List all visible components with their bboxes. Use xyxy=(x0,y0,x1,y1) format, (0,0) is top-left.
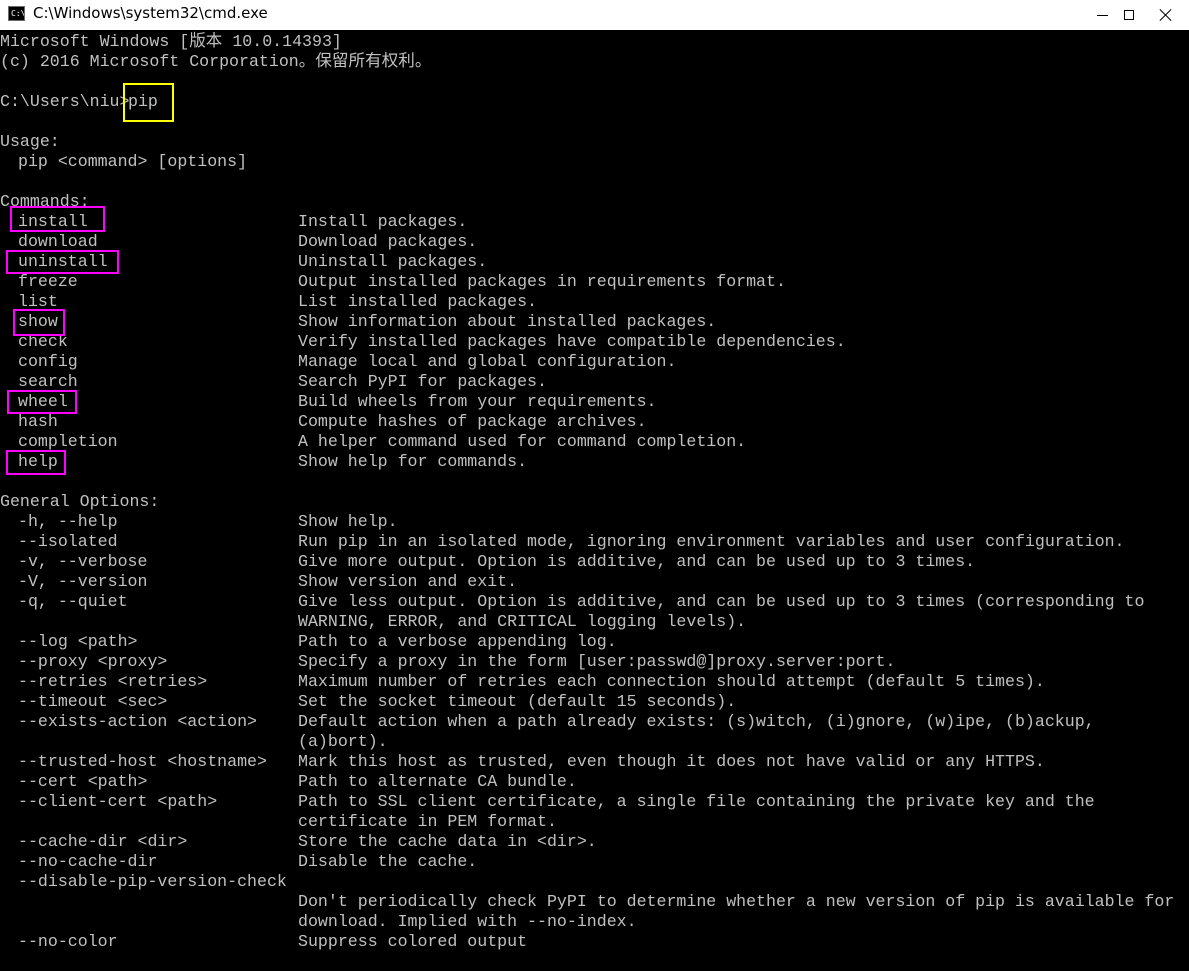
row-name: --proxy <proxy> xyxy=(18,652,168,671)
row-name: --disable-pip-version-check xyxy=(18,872,287,891)
row-description: Show help for commands. xyxy=(298,452,528,471)
console-line: (c) 2016 Microsoft Corporation。保留所有权利。 xyxy=(0,52,432,72)
row-description: Maximum number of retries each connectio… xyxy=(298,672,1045,691)
close-icon xyxy=(1159,8,1173,22)
row-name: --isolated xyxy=(18,532,118,551)
row-description: download. Implied with --no-index. xyxy=(298,912,637,931)
row-description: Default action when a path already exist… xyxy=(298,712,1095,731)
row-description: Give more output. Option is additive, an… xyxy=(298,552,976,571)
row-description: Path to alternate CA bundle. xyxy=(298,772,577,791)
cmd-app-icon[interactable]: C:\ xyxy=(8,6,25,21)
row-name: --retries <retries> xyxy=(18,672,208,691)
usage-title: Usage: xyxy=(0,132,60,151)
row-description: (a)bort). xyxy=(298,732,388,751)
general-options-title: General Options: xyxy=(0,492,160,511)
close-button[interactable] xyxy=(1143,0,1189,30)
title-bar[interactable]: C:\ C:\Windows\system32\cmd.exe xyxy=(0,0,1189,30)
row-name: help xyxy=(18,452,58,471)
row-description: Output installed packages in requirement… xyxy=(298,272,786,291)
row-description: Mark this host as trusted, even though i… xyxy=(298,752,1045,771)
row-name: --no-cache-dir xyxy=(18,852,158,871)
row-name: --client-cert <path> xyxy=(18,792,218,811)
row-name: --log <path> xyxy=(18,632,138,651)
os-version-text: Microsoft Windows [版本 10.0.14393] xyxy=(0,32,342,51)
console-line: Commands: xyxy=(0,192,90,212)
row-description: Search PyPI for packages. xyxy=(298,372,547,391)
row-name: freeze xyxy=(18,272,78,291)
window-title: C:\Windows\system32\cmd.exe xyxy=(33,4,268,22)
row-description: Install packages. xyxy=(298,212,468,231)
console-line: General Options: xyxy=(0,492,159,512)
prompt-command: pip xyxy=(128,92,158,111)
row-name: show xyxy=(18,312,58,331)
row-description: Compute hashes of package archives. xyxy=(298,412,647,431)
row-description: certificate in PEM format. xyxy=(298,812,557,831)
row-name: search xyxy=(18,372,78,391)
row-description: Give less output. Option is additive, an… xyxy=(298,592,1145,611)
row-description: Download packages. xyxy=(298,232,478,251)
row-description: Uninstall packages. xyxy=(298,252,488,271)
row-name: list xyxy=(18,292,58,311)
row-description: Show version and exit. xyxy=(298,572,518,591)
row-name: --cache-dir <dir> xyxy=(18,832,188,851)
row-description: Store the cache data in <dir>. xyxy=(298,832,597,851)
row-name: completion xyxy=(18,432,118,451)
row-description: Path to SSL client certificate, a single… xyxy=(298,792,1095,811)
row-name: --no-color xyxy=(18,932,118,951)
row-name: --timeout <sec> xyxy=(18,692,168,711)
row-name: --exists-action <action> xyxy=(18,712,257,731)
console-line: pip <command> [options] xyxy=(0,152,247,172)
row-description: Manage local and global configuration. xyxy=(298,352,677,371)
copyright-text: (c) 2016 Microsoft Corporation。保留所有权利。 xyxy=(0,52,432,71)
row-description: Show help. xyxy=(298,512,398,531)
row-description: Verify installed packages have compatibl… xyxy=(298,332,846,351)
row-description: Build wheels from your requirements. xyxy=(298,392,657,411)
row-name: download xyxy=(18,232,98,251)
prompt-line: C:\Users\niu> pip xyxy=(0,92,158,112)
row-name: config xyxy=(18,352,78,371)
row-description: List installed packages. xyxy=(298,292,537,311)
row-description: Disable the cache. xyxy=(298,852,478,871)
row-name: hash xyxy=(18,412,58,431)
row-name: wheel xyxy=(18,392,68,411)
commands-title: Commands: xyxy=(0,192,90,211)
row-name: -V, --version xyxy=(18,572,148,591)
row-name: uninstall xyxy=(18,252,108,271)
console-line: Microsoft Windows [版本 10.0.14393] xyxy=(0,32,342,52)
row-name: -h, --help xyxy=(18,512,118,531)
row-description: WARNING, ERROR, and CRITICAL logging lev… xyxy=(298,612,747,631)
maximize-icon xyxy=(1124,10,1134,20)
row-description: Suppress colored output xyxy=(298,932,528,951)
row-description: Path to a verbose appending log. xyxy=(298,632,617,651)
row-description: Don't periodically check PyPI to determi… xyxy=(298,892,1175,911)
row-name: install xyxy=(18,212,88,231)
console-output[interactable]: Microsoft Windows [版本 10.0.14393] (c) 20… xyxy=(0,30,1189,971)
row-description: Specify a proxy in the form [user:passwd… xyxy=(298,652,896,671)
prompt-path: C:\Users\niu> xyxy=(0,92,130,111)
row-name: -q, --quiet xyxy=(18,592,128,611)
cmd-window: C:\ C:\Windows\system32\cmd.exe Microsof… xyxy=(0,0,1189,971)
console-line: Usage: xyxy=(0,132,60,152)
row-name: --trusted-host <hostname> xyxy=(18,752,267,771)
row-description: A helper command used for command comple… xyxy=(298,432,747,451)
usage-syntax: pip <command> [options] xyxy=(18,152,248,171)
row-name: -v, --verbose xyxy=(18,552,148,571)
row-name: --cert <path> xyxy=(18,772,148,791)
row-description: Run pip in an isolated mode, ignoring en… xyxy=(298,532,1125,551)
row-description: Set the socket timeout (default 15 secon… xyxy=(298,692,737,711)
row-description: Show information about installed package… xyxy=(298,312,717,331)
row-name: check xyxy=(18,332,68,351)
